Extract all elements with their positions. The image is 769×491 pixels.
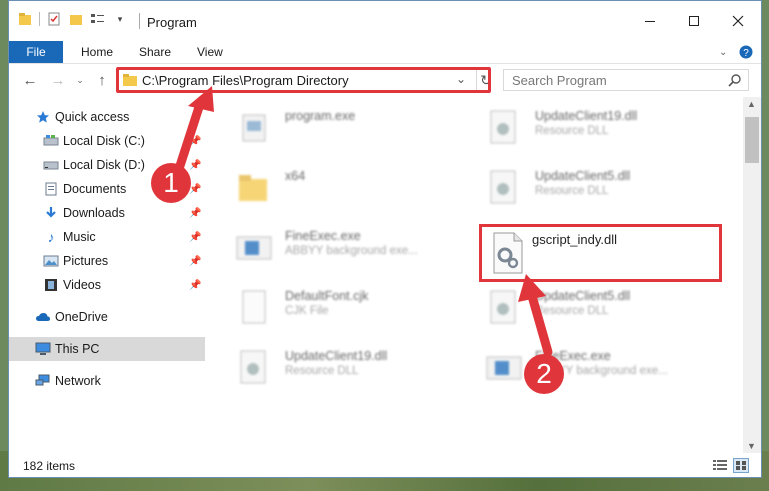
annotation-arrows bbox=[173, 86, 553, 357]
step-marker-2: 2 bbox=[524, 354, 564, 394]
step-marker-1: 1 bbox=[151, 163, 191, 203]
